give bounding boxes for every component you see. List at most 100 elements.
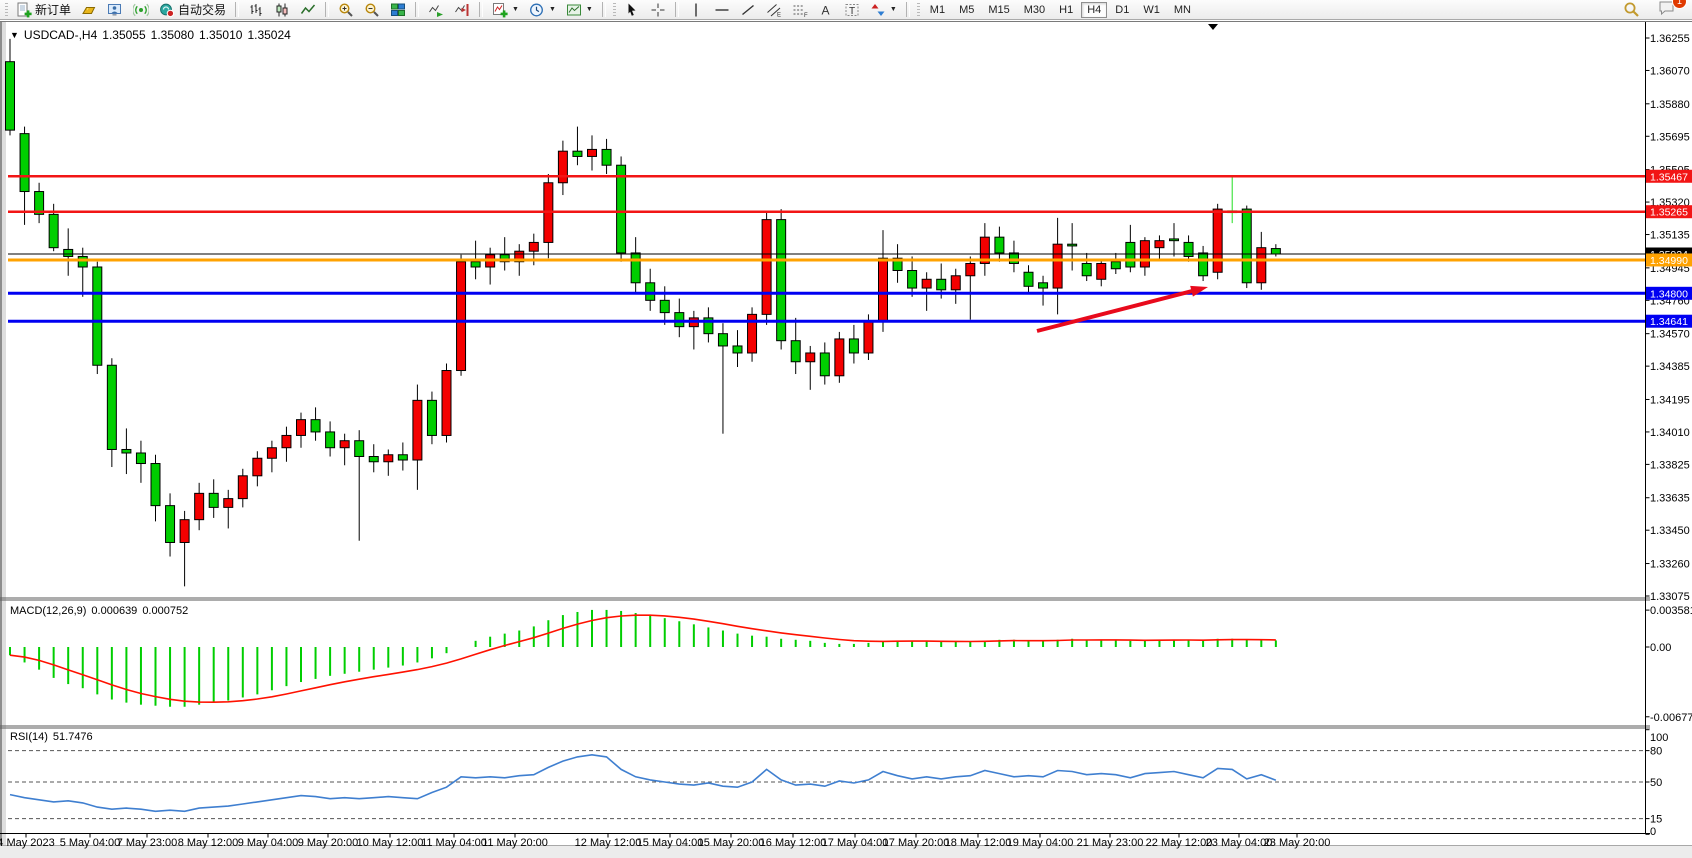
svg-text:19 May 04:00: 19 May 04:00 [1007,837,1074,849]
candle-body [107,365,116,449]
macd-value-main: 0.000639 [91,605,137,617]
arrows-button[interactable]: ▼ [866,1,901,19]
line-chart-button[interactable] [296,1,320,19]
chart-shift-icon [454,2,470,18]
svg-text:10 May 12:00: 10 May 12:00 [357,837,424,849]
tile-windows-button[interactable] [386,1,410,19]
candlestick-chart-button[interactable] [270,1,294,19]
fibonacci-icon: F [792,2,808,18]
tf-m5-button[interactable]: M5 [953,2,980,18]
tf-h1-button[interactable]: H1 [1053,2,1079,18]
search-button[interactable] [1619,1,1644,19]
tf-w1-button[interactable]: W1 [1137,2,1166,18]
trendline-button[interactable] [736,1,760,19]
candle-body [675,313,684,327]
candle-body [806,353,815,362]
text-label-icon: T [844,2,860,18]
macd-label: MACD(12,26,9) 0.000639 0.000752 [10,605,188,617]
candle-body [398,455,407,460]
new-order-button[interactable]: 新订单 [12,1,75,19]
zoom-out-button[interactable] [360,1,384,19]
candle-body [49,214,58,247]
dropdown-caret: ▼ [512,6,519,13]
chart-canvas[interactable]: 1.362551.360701.358801.356951.355051.353… [0,21,1692,858]
new-order-icon [16,2,32,18]
equidistant-channel-button[interactable]: E [762,1,786,19]
horizontal-line-button[interactable] [710,1,734,19]
tf-d1-button[interactable]: D1 [1109,2,1135,18]
text-button[interactable]: A [814,1,838,19]
candle-body [1257,248,1266,283]
indicators-button[interactable]: ▼ [488,1,523,19]
toolbar-separator [415,2,419,17]
market-watch-button[interactable] [103,1,127,19]
tf-mn-button[interactable]: MN [1168,2,1197,18]
tf-h4-button[interactable]: H4 [1081,2,1107,18]
svg-text:1.34990: 1.34990 [1650,255,1688,267]
template-icon [566,2,582,18]
svg-text:E: E [777,12,781,18]
toolbar-grip[interactable] [613,3,616,17]
svg-text:15 May 04:00: 15 May 04:00 [637,837,704,849]
periods-button[interactable]: ▼ [525,1,560,19]
ohlc-close: 1.35024 [247,28,290,42]
signal-icon [133,2,149,18]
candle-body [1009,253,1018,264]
candle-body [558,151,567,183]
channel-icon: E [766,2,782,18]
rsi-name: RSI(14) [10,731,48,743]
svg-text:0.00: 0.00 [1650,642,1671,654]
quotes-button[interactable] [77,1,101,19]
tile-windows-icon [390,2,406,18]
bar-chart-button[interactable] [244,1,268,19]
chart-dropdown-icon[interactable]: ▼ [10,30,19,40]
dropdown-caret: ▼ [890,6,897,13]
vertical-line-button[interactable] [684,1,708,19]
zoom-out-icon [364,2,380,18]
candle-body [180,520,189,543]
signal-button[interactable] [129,1,153,19]
candle-body [1155,241,1164,248]
candle-body [355,441,364,457]
svg-text:1.34195: 1.34195 [1650,394,1690,406]
svg-text:1.33450: 1.33450 [1650,525,1690,537]
svg-text:1.33635: 1.33635 [1650,493,1690,505]
crosshair-button[interactable] [646,1,670,19]
chart-shift-button[interactable] [450,1,474,19]
candle-body [791,341,800,362]
horizontal-line-icon [714,2,730,18]
auto-scroll-button[interactable] [424,1,448,19]
autotrading-icon [159,2,175,18]
text-label-button[interactable]: T [840,1,864,19]
svg-text:23 May 20:00: 23 May 20:00 [1264,837,1331,849]
cursor-button[interactable] [620,1,644,19]
tf-m30-button[interactable]: M30 [1018,2,1051,18]
candle-body [282,435,291,447]
chart-title: ▼ USDCAD-,H4 1.35055 1.35080 1.35010 1.3… [10,28,291,42]
toolbar-separator [325,2,329,17]
crosshair-icon [650,2,666,18]
templates-button[interactable]: ▼ [562,1,597,19]
ohlc-high: 1.35080 [151,28,194,42]
autotrading-button[interactable]: 自动交易 [155,1,230,19]
candle-body [209,493,218,507]
svg-text:1.33260: 1.33260 [1650,559,1690,571]
search-icon [1623,1,1640,18]
toolbar-grip[interactable] [917,3,920,17]
svg-text:4 May 2023: 4 May 2023 [0,837,55,849]
candle-body [588,149,597,156]
candle-body [64,249,73,256]
svg-text:50: 50 [1650,777,1662,789]
tf-m15-button[interactable]: M15 [982,2,1015,18]
zoom-in-button[interactable] [334,1,358,19]
candle-body [151,464,160,506]
toolbar-grip[interactable] [5,3,8,17]
toolbar-separator [235,2,239,17]
macd-value-signal: 0.000752 [142,605,188,617]
candle-body [835,339,844,376]
candle-body [849,339,858,353]
chart-window: 1.362551.360701.358801.356951.355051.353… [0,21,1692,858]
tf-m1-button[interactable]: M1 [924,2,951,18]
svg-text:21 May 23:00: 21 May 23:00 [1077,837,1144,849]
fibonacci-button[interactable]: F [788,1,812,19]
